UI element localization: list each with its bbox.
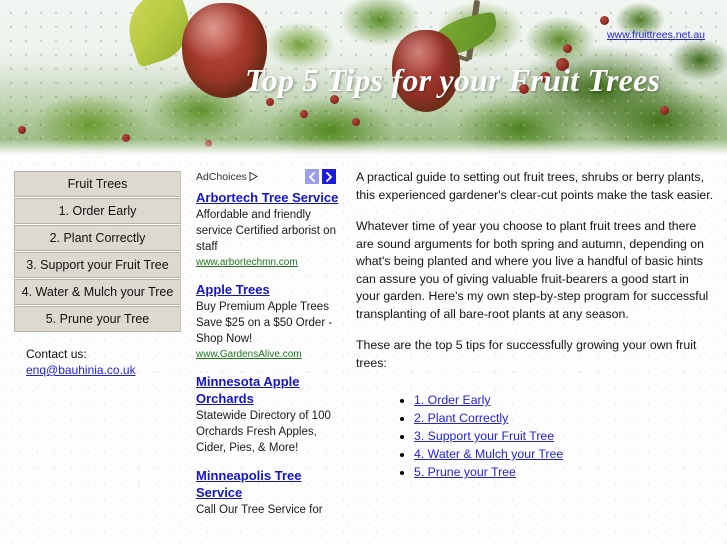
article-paragraph: A practical guide to setting out fruit t… bbox=[356, 170, 714, 202]
sidebar-item-support-your-fruit-tree[interactable]: 3. Support your Fruit Tree bbox=[14, 252, 181, 278]
list-item: 3. Support your Fruit Tree bbox=[414, 428, 714, 446]
ad-item: Apple Trees Buy Premium Apple Trees Save… bbox=[196, 281, 344, 362]
ad-prev-button[interactable] bbox=[305, 169, 319, 184]
adchoices-label-group[interactable]: AdChoices bbox=[196, 171, 258, 183]
tip-link-plant-correctly[interactable]: 2. Plant Correctly bbox=[414, 411, 508, 425]
sidebar-item-order-early[interactable]: 1. Order Early bbox=[14, 198, 181, 224]
tip-link-prune-your-tree[interactable]: 5. Prune your Tree bbox=[414, 465, 516, 479]
ad-description: Call Our Tree Service for bbox=[196, 504, 323, 516]
small-fruit bbox=[660, 106, 669, 115]
tip-link-order-early[interactable]: 1. Order Early bbox=[414, 393, 491, 407]
tip-link-support-your-fruit-tree[interactable]: 3. Support your Fruit Tree bbox=[414, 429, 554, 443]
ads-column: AdChoices Arbortech Tree Service Afforda… bbox=[196, 169, 344, 529]
ad-next-button[interactable] bbox=[322, 169, 336, 184]
site-url-link[interactable]: www.fruittrees.net.au bbox=[607, 29, 705, 41]
tips-list: 1. Order Early 2. Plant Correctly 3. Sup… bbox=[356, 392, 714, 482]
list-item: 5. Prune your Tree bbox=[414, 464, 714, 482]
article-paragraph: Whatever time of year you choose to plan… bbox=[356, 219, 709, 321]
banner-bottom-fade bbox=[0, 139, 727, 155]
ad-item: Minneapolis Tree Service Call Our Tree S… bbox=[196, 467, 344, 518]
chevron-left-icon bbox=[308, 171, 316, 182]
tip-link-water-mulch-your-tree[interactable]: 4. Water & Mulch your Tree bbox=[414, 447, 563, 461]
list-item: 2. Plant Correctly bbox=[414, 410, 714, 428]
ad-title-link[interactable]: Apple Trees bbox=[196, 281, 344, 298]
contact-email-link[interactable]: enq@bauhinia.co.uk bbox=[26, 363, 136, 377]
page-title: Top 5 Tips for your Fruit Trees bbox=[245, 62, 661, 98]
small-fruit bbox=[352, 118, 360, 126]
sidebar-item-water-mulch-your-tree[interactable]: 4. Water & Mulch your Tree bbox=[14, 279, 181, 305]
sidebar-nav: Fruit Trees 1. Order Early 2. Plant Corr… bbox=[14, 171, 181, 378]
header-banner: Top 5 Tips for your Fruit Trees www.frui… bbox=[0, 0, 727, 155]
chevron-right-icon bbox=[325, 171, 333, 182]
ad-title-link[interactable]: Minnesota Apple Orchards bbox=[196, 373, 344, 407]
ad-description: Buy Premium Apple Trees Save $25 on a $5… bbox=[196, 301, 333, 345]
adchoices-label: AdChoices bbox=[196, 171, 247, 183]
ad-item: Arbortech Tree Service Affordable and fr… bbox=[196, 189, 344, 270]
article-body: A practical guide to setting out fruit t… bbox=[356, 169, 714, 482]
ad-title-link[interactable]: Minneapolis Tree Service bbox=[196, 467, 344, 501]
ad-url-link[interactable]: www.arbortechmn.com bbox=[196, 256, 344, 270]
ad-title-link[interactable]: Arbortech Tree Service bbox=[196, 189, 344, 206]
sidebar-item-prune-your-tree[interactable]: 5. Prune your Tree bbox=[14, 306, 181, 332]
contact-block: Contact us: enq@bauhinia.co.uk bbox=[14, 346, 181, 378]
article-paragraph: These are the top 5 tips for successfull… bbox=[356, 338, 697, 370]
ad-description: Statewide Directory of 100 Orchards Fres… bbox=[196, 410, 331, 454]
contact-label: Contact us: bbox=[26, 347, 87, 361]
small-fruit bbox=[300, 110, 308, 118]
sidebar-item-fruit-trees[interactable]: Fruit Trees bbox=[14, 171, 181, 197]
list-item: 1. Order Early bbox=[414, 392, 714, 410]
small-fruit bbox=[600, 16, 609, 25]
ad-pager bbox=[305, 169, 336, 184]
small-fruit bbox=[18, 126, 26, 134]
list-item: 4. Water & Mulch your Tree bbox=[414, 446, 714, 464]
ad-item: Minnesota Apple Orchards Statewide Direc… bbox=[196, 373, 344, 456]
adchoices-triangle-icon bbox=[249, 171, 258, 184]
ad-url-link[interactable]: www.GardensAlive.com bbox=[196, 348, 344, 362]
small-fruit bbox=[266, 98, 274, 106]
ad-description: Affordable and friendly service Certifie… bbox=[196, 209, 336, 253]
small-fruit bbox=[563, 44, 572, 53]
content-area: Fruit Trees 1. Order Early 2. Plant Corr… bbox=[0, 155, 727, 545]
sidebar-item-plant-correctly[interactable]: 2. Plant Correctly bbox=[14, 225, 181, 251]
ads-header: AdChoices bbox=[196, 169, 344, 189]
